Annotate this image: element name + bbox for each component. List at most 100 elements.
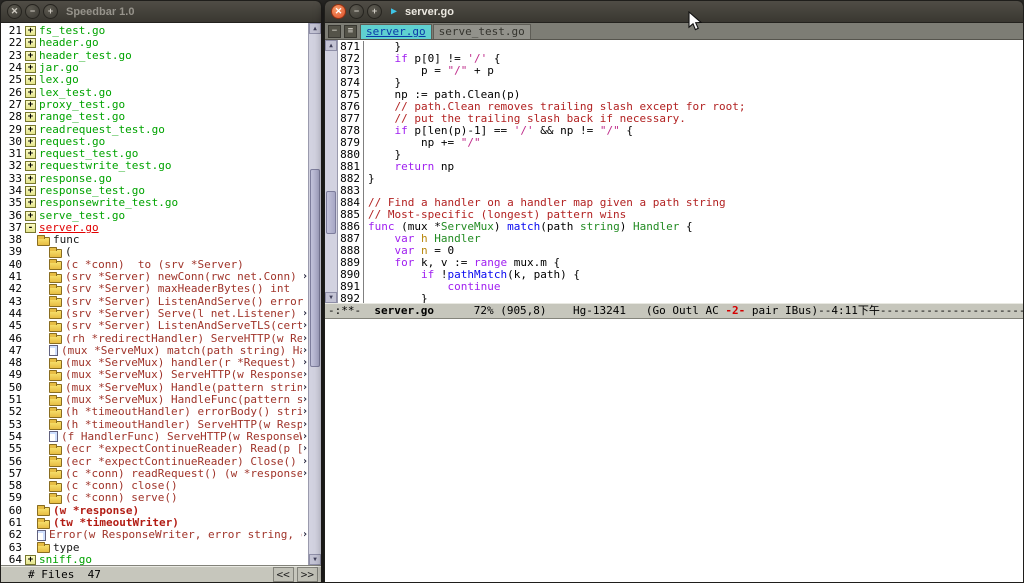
speedbar-item[interactable]: 34+response_test.go — [1, 185, 308, 197]
speedbar-item[interactable]: 31+request_test.go — [1, 148, 308, 160]
maximize-icon[interactable]: + — [43, 4, 58, 19]
speedbar-item[interactable]: 54(f HandlerFunc) ServeHTTP(w ResponseW› — [1, 431, 308, 443]
close-icon[interactable]: ✕ — [331, 4, 346, 19]
plus-icon[interactable]: + — [25, 26, 36, 36]
speedbar-item[interactable]: 58(c *conn) close() — [1, 480, 308, 492]
plus-icon[interactable]: + — [25, 112, 36, 122]
scroll-down-icon[interactable]: ▼ — [309, 554, 321, 565]
line-number: 57 — [1, 468, 22, 480]
speedbar-item[interactable]: 57(c *conn) readRequest() (w *response,› — [1, 468, 308, 480]
speedbar-item[interactable]: 42(srv *Server) maxHeaderBytes() int — [1, 283, 308, 295]
code-line[interactable]: 881 return np — [338, 161, 1023, 173]
plus-icon[interactable]: + — [25, 211, 36, 221]
plus-icon[interactable]: + — [25, 75, 36, 85]
speedbar-scrollbar-trough[interactable] — [309, 34, 321, 554]
speedbar-item[interactable]: 60(w *response) — [1, 505, 308, 517]
speedbar-item[interactable]: 22+header.go — [1, 37, 308, 49]
scroll-up-icon[interactable]: ▲ — [309, 23, 321, 34]
speedbar-item[interactable]: 56(ecr *expectContinueReader) Close() e› — [1, 455, 308, 467]
speedbar-item[interactable]: 47(mux *ServeMux) match(path string) Ha› — [1, 345, 308, 357]
speedbar-item[interactable]: 61(tw *timeoutWriter) — [1, 517, 308, 529]
speedbar-item[interactable]: 62Error(w ResponseWriter, error string, … — [1, 529, 308, 541]
minibuffer[interactable] — [325, 319, 1023, 582]
speedbar-item[interactable]: 29+readrequest_test.go — [1, 123, 308, 135]
speedbar-item[interactable]: 52(h *timeoutHandler) errorBody() strin› — [1, 406, 308, 418]
speedbar-item[interactable]: 36+serve_test.go — [1, 209, 308, 221]
plus-icon[interactable]: + — [25, 161, 36, 171]
speedbar-item[interactable]: 21+fs_test.go — [1, 25, 308, 37]
minimize-icon[interactable]: − — [25, 4, 40, 19]
plus-icon[interactable]: + — [25, 125, 36, 135]
line-number: 22 — [1, 37, 22, 49]
speedbar-item[interactable]: 46(rh *redirectHandler) ServeHTTP(w Res› — [1, 332, 308, 344]
plus-icon[interactable]: + — [25, 198, 36, 208]
plus-icon[interactable]: + — [25, 63, 36, 73]
speedbar-item[interactable]: 32+requestwrite_test.go — [1, 160, 308, 172]
speedbar-item[interactable]: 63type — [1, 541, 308, 553]
speedbar-item[interactable]: 64+sniff.go — [1, 554, 308, 565]
code-line[interactable]: 892 } — [338, 293, 1023, 303]
speedbar-item[interactable]: 51(mux *ServeMux) HandleFunc(pattern st› — [1, 394, 308, 406]
plus-icon[interactable]: + — [25, 174, 36, 184]
speedbar-item[interactable]: 35+responsewrite_test.go — [1, 197, 308, 209]
speedbar-back-button[interactable]: << — [273, 567, 294, 582]
speedbar-item[interactable]: 27+proxy_test.go — [1, 99, 308, 111]
speedbar-item[interactable]: 40(c *conn) to (srv *Server) — [1, 259, 308, 271]
speedbar-item[interactable]: 23+header_test.go — [1, 50, 308, 62]
code-line[interactable]: 882} — [338, 173, 1023, 185]
speedbar-item[interactable]: 33+response.go — [1, 173, 308, 185]
editor-titlebar[interactable]: ✕ − + ▶ server.go — [325, 1, 1023, 23]
code-line[interactable]: 873 p = "/" + p — [338, 65, 1023, 77]
speedbar-item[interactable]: 24+jar.go — [1, 62, 308, 74]
plus-icon[interactable]: + — [25, 88, 36, 98]
editor-scrollbar[interactable]: ▲ ▼ — [325, 40, 338, 303]
line-number: 61 — [1, 517, 22, 529]
tabbar-list-button[interactable]: ≡ — [344, 25, 357, 38]
speedbar-scrollbar[interactable]: ▲ ▼ — [308, 23, 321, 565]
speedbar-item[interactable]: 38func — [1, 234, 308, 246]
code-pane[interactable]: 871 }872 if p[0] != '/' {873 p = "/" + p… — [338, 40, 1023, 303]
speedbar-item[interactable]: 50(mux *ServeMux) Handle(pattern string› — [1, 382, 308, 394]
tab-serve_test-go[interactable]: serve_test.go — [433, 24, 531, 39]
plus-icon[interactable]: + — [25, 149, 36, 159]
speedbar-item-label: range_test.go — [39, 111, 125, 123]
speedbar-item[interactable]: 41(srv *Server) newConn(rwc net.Conn) (› — [1, 271, 308, 283]
speedbar-item[interactable]: 28+range_test.go — [1, 111, 308, 123]
speedbar-item[interactable]: 37-server.go — [1, 222, 308, 234]
tab-server-go[interactable]: server.go — [360, 24, 432, 39]
speedbar-item[interactable]: 45(srv *Server) ListenAndServeTLS(certF› — [1, 320, 308, 332]
tabbar-scroll-button[interactable]: − — [328, 25, 341, 38]
speedbar-item[interactable]: 30+request.go — [1, 136, 308, 148]
speedbar-item[interactable]: 26+lex_test.go — [1, 86, 308, 98]
code-line[interactable]: 879 np += "/" — [338, 137, 1023, 149]
close-icon[interactable]: ✕ — [7, 4, 22, 19]
plus-icon[interactable]: + — [25, 186, 36, 196]
minus-icon[interactable]: - — [25, 223, 36, 233]
editor-scrollbar-thumb[interactable] — [326, 191, 336, 234]
scroll-up-icon[interactable]: ▲ — [325, 40, 337, 51]
plus-icon[interactable]: + — [25, 51, 36, 61]
editor-scrollbar-trough[interactable] — [325, 51, 337, 292]
speedbar-item[interactable]: 43(srv *Server) ListenAndServe() error — [1, 296, 308, 308]
plus-icon[interactable]: + — [25, 555, 36, 565]
code-line[interactable]: 891 continue — [338, 281, 1023, 293]
speedbar-item[interactable]: 59(c *conn) serve() — [1, 492, 308, 504]
speedbar-item[interactable]: 53(h *timeoutHandler) ServeHTTP(w Respo› — [1, 419, 308, 431]
folder-icon — [49, 384, 62, 393]
speedbar-item[interactable]: 44(srv *Server) Serve(l net.Listener) e› — [1, 308, 308, 320]
speedbar-titlebar[interactable]: ✕ − + Speedbar 1.0 — [1, 1, 321, 23]
speedbar-item[interactable]: 55(ecr *expectContinueReader) Read(p [› — [1, 443, 308, 455]
plus-icon[interactable]: + — [25, 38, 36, 48]
scroll-down-icon[interactable]: ▼ — [325, 292, 337, 303]
speedbar-item[interactable]: 48(mux *ServeMux) handler(r *Request) H› — [1, 357, 308, 369]
speedbar-item[interactable]: 25+lex.go — [1, 74, 308, 86]
speedbar-item[interactable]: 39( — [1, 246, 308, 258]
plus-icon[interactable]: + — [25, 137, 36, 147]
speedbar-item[interactable]: 49(mux *ServeMux) ServeHTTP(w ResponseW› — [1, 369, 308, 381]
minimize-icon[interactable]: − — [349, 4, 364, 19]
speedbar-forward-button[interactable]: >> — [297, 567, 318, 582]
plus-icon[interactable]: + — [25, 100, 36, 110]
maximize-icon[interactable]: + — [367, 4, 382, 19]
speedbar-scrollbar-thumb[interactable] — [310, 169, 320, 367]
folder-icon — [49, 310, 62, 319]
